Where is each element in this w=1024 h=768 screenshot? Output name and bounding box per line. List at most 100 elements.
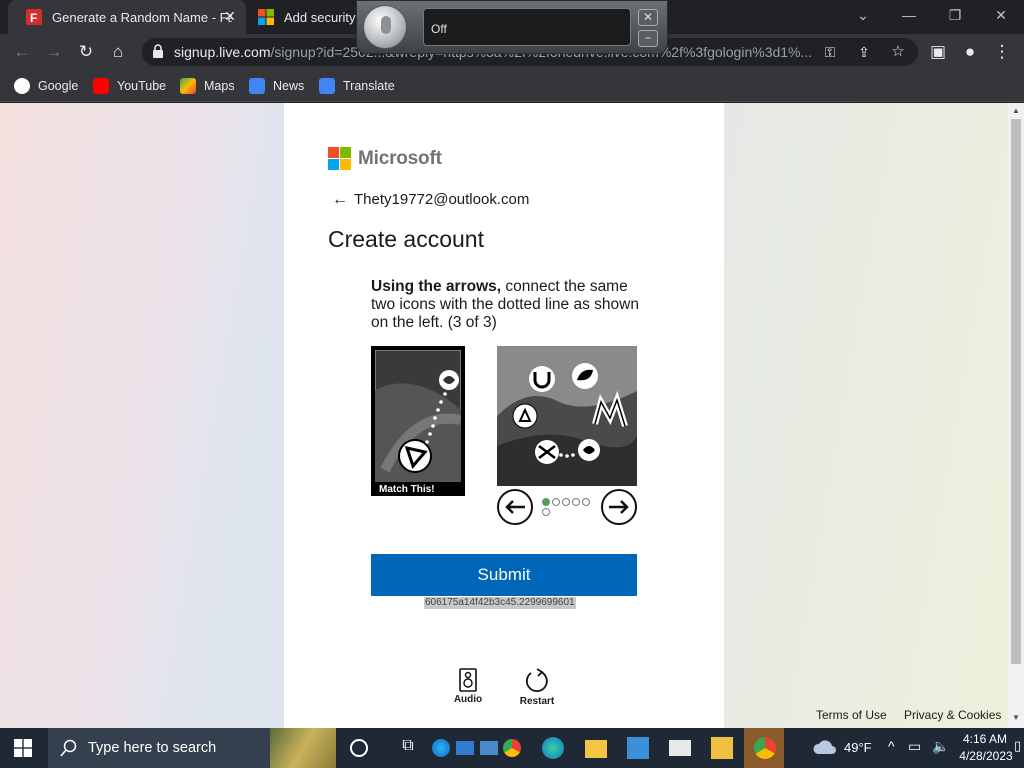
pager-dot[interactable] bbox=[542, 498, 550, 506]
forward-button[interactable]: → bbox=[42, 40, 66, 64]
chrome-taskbar-icon[interactable] bbox=[503, 739, 521, 757]
home-button[interactable]: ⌂ bbox=[106, 40, 130, 64]
clock-date[interactable]: 4/28/2023 bbox=[956, 749, 1016, 763]
privacy-link[interactable]: Privacy & Cookies bbox=[904, 708, 1001, 722]
leaf-icon bbox=[572, 363, 598, 389]
terms-link[interactable]: Terms of Use bbox=[816, 708, 887, 722]
scrollbar-thumb[interactable] bbox=[1011, 119, 1021, 664]
page-scrollbar[interactable]: ▲ ▼ bbox=[1008, 103, 1024, 728]
scroll-up-icon[interactable]: ▲ bbox=[1012, 106, 1020, 115]
menu-icon[interactable]: ⋮ bbox=[990, 40, 1014, 64]
arrow-left-icon bbox=[505, 500, 525, 514]
edge-icon[interactable] bbox=[432, 739, 450, 757]
windows-taskbar: Type here to search ⧉ 49°F ^ ▭ 🔈 4:16 AM… bbox=[0, 728, 1024, 768]
clock-time[interactable]: 4:16 AM bbox=[960, 732, 1010, 746]
minimize-button[interactable]: — bbox=[886, 0, 932, 30]
app-icon[interactable] bbox=[456, 741, 474, 755]
voice-status: Off bbox=[423, 8, 631, 46]
edge-taskbar-icon[interactable] bbox=[542, 737, 564, 759]
weather-temp[interactable]: 49°F bbox=[844, 740, 872, 755]
bookmark-label: Maps bbox=[204, 79, 235, 93]
butterfly-icon bbox=[535, 440, 559, 464]
voice-close-button[interactable]: ✕ bbox=[638, 9, 658, 26]
chrome-active-taskbar-item[interactable] bbox=[744, 728, 784, 768]
match-label: Match This! bbox=[379, 484, 435, 495]
voice-minimize-button[interactable]: − bbox=[638, 30, 658, 47]
fake-name-favicon-icon: F bbox=[26, 9, 42, 25]
bookmark-label: YouTube bbox=[117, 79, 167, 93]
triangle-icon bbox=[512, 403, 538, 429]
tab-search-chevron-icon[interactable]: ⌄ bbox=[840, 0, 886, 30]
arrow-right-icon bbox=[609, 500, 629, 514]
scroll-down-icon[interactable]: ▼ bbox=[1012, 713, 1020, 722]
notifications-icon[interactable]: ▯ bbox=[1014, 738, 1021, 754]
chrome-icon bbox=[754, 737, 776, 759]
pager-dot[interactable] bbox=[542, 508, 550, 516]
audio-button[interactable]: Audio bbox=[443, 668, 493, 705]
cortana-icon[interactable] bbox=[350, 739, 368, 757]
next-arrow-button[interactable] bbox=[601, 489, 637, 525]
store-icon[interactable] bbox=[627, 737, 649, 759]
tab-add-security[interactable]: Add security bbox=[240, 0, 360, 34]
voice-recognition-widget: Off ✕ − bbox=[356, 0, 668, 54]
bookmark-youtube[interactable]: YouTube bbox=[93, 77, 166, 95]
profile-icon[interactable]: ● bbox=[958, 40, 982, 64]
star-icon[interactable]: ☆ bbox=[886, 40, 910, 64]
brand-name: Microsoft bbox=[358, 148, 442, 169]
volume-icon[interactable]: 🔈 bbox=[932, 738, 949, 755]
chameleon-icon bbox=[578, 439, 600, 461]
tray-chevron-icon[interactable]: ^ bbox=[888, 738, 895, 754]
captcha-reference-image: Match This! bbox=[371, 346, 465, 496]
close-window-button[interactable]: ✕ bbox=[978, 0, 1024, 30]
pager-dot[interactable] bbox=[572, 498, 580, 506]
search-icon bbox=[60, 739, 77, 757]
account-email: Thety19772@outlook.com bbox=[354, 191, 530, 208]
cloud-icon[interactable] bbox=[812, 738, 838, 756]
file-explorer-icon[interactable] bbox=[585, 740, 607, 758]
key-icon[interactable]: ⚿ bbox=[818, 40, 842, 64]
bookmark-google[interactable]: Google bbox=[14, 77, 78, 95]
share-icon[interactable]: ⇪ bbox=[852, 40, 876, 64]
captcha-puzzle-image[interactable] bbox=[497, 346, 637, 486]
task-view-icon[interactable]: ⧉ bbox=[397, 737, 419, 759]
back-button[interactable]: ← bbox=[10, 40, 34, 64]
back-arrow-icon[interactable]: ← bbox=[332, 191, 348, 209]
search-highlight-image bbox=[270, 728, 336, 768]
restart-icon bbox=[526, 668, 548, 692]
network-icon[interactable]: ▭ bbox=[908, 738, 921, 755]
file-icon[interactable] bbox=[711, 737, 733, 759]
submit-button[interactable]: Submit bbox=[371, 554, 637, 596]
bookmark-news[interactable]: News bbox=[249, 77, 304, 95]
pager-dot[interactable] bbox=[552, 498, 560, 506]
side-panel-icon[interactable]: ▣ bbox=[926, 40, 950, 64]
svg-text:F: F bbox=[30, 11, 37, 25]
microsoft-logo-icon bbox=[328, 147, 351, 170]
mail-icon[interactable] bbox=[669, 740, 691, 756]
bookmark-maps[interactable]: Maps bbox=[180, 77, 235, 95]
windows-start-icon[interactable] bbox=[14, 739, 32, 757]
maps-icon bbox=[180, 78, 196, 94]
search-placeholder: Type here to search bbox=[88, 740, 217, 756]
restart-button[interactable]: Restart bbox=[512, 668, 562, 707]
speaker-icon bbox=[459, 668, 477, 692]
bookmark-translate[interactable]: Translate bbox=[319, 77, 395, 95]
tab-fake-name-generator[interactable]: F Generate a Random Name - Fake ✕ bbox=[8, 0, 246, 34]
close-tab-icon[interactable]: ✕ bbox=[222, 8, 238, 24]
pager-dot[interactable] bbox=[582, 498, 590, 506]
page-background: Microsoft ← Thety19772@outlook.com Creat… bbox=[0, 103, 1008, 728]
pager-dot[interactable] bbox=[562, 498, 570, 506]
restore-button[interactable]: ❐ bbox=[932, 0, 978, 30]
bookmarks-bar: Google YouTube Maps News Translate bbox=[0, 70, 1024, 102]
microsoft-favicon-icon bbox=[258, 9, 274, 25]
tab-title: Add security bbox=[284, 9, 356, 25]
restart-label: Restart bbox=[519, 696, 555, 707]
taskbar-search-box[interactable]: Type here to search bbox=[48, 728, 336, 768]
microphone-icon[interactable] bbox=[363, 5, 407, 49]
app-icon[interactable] bbox=[480, 741, 498, 755]
captcha-instructions: Using the arrows, connect the same two i… bbox=[371, 278, 639, 331]
previous-arrow-button[interactable] bbox=[497, 489, 533, 525]
news-icon bbox=[249, 78, 265, 94]
lock-icon bbox=[153, 44, 163, 58]
bookmark-label: Google bbox=[38, 79, 79, 93]
reload-button[interactable]: ↻ bbox=[74, 40, 98, 64]
